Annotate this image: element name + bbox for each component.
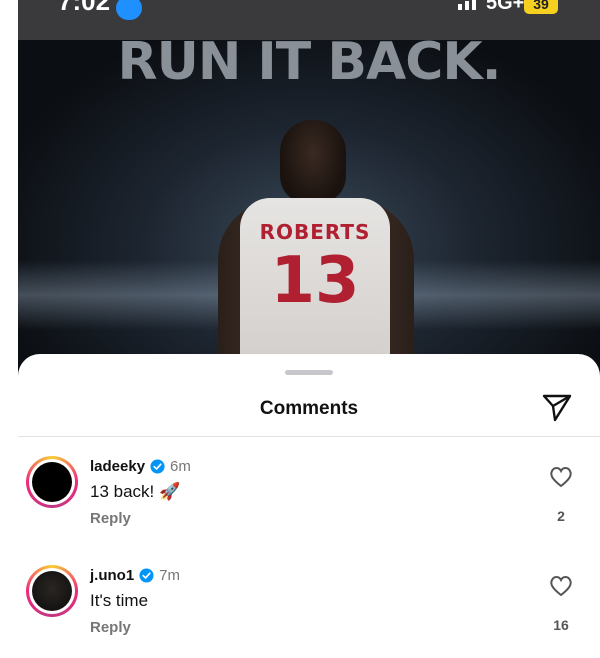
comment-header: j.uno1 7m xyxy=(90,565,180,585)
header-divider xyxy=(18,436,600,437)
comment-item: j.uno1 7m It's time Reply 16 xyxy=(18,565,600,650)
avatar[interactable] xyxy=(26,456,78,508)
comment-time: 6m xyxy=(170,457,191,475)
comment-username[interactable]: ladeeky xyxy=(90,458,145,475)
like-button[interactable] xyxy=(548,573,574,599)
comment-text: 13 back! 🚀 xyxy=(90,482,181,501)
sheet-drag-handle[interactable] xyxy=(285,370,333,375)
post-image[interactable]: RUN IT BACK. ROBERTS 13 xyxy=(18,40,600,380)
comment-item: ladeeky 6m 13 back! 🚀 Reply 2 xyxy=(18,456,600,556)
comment-text: It's time xyxy=(90,591,149,610)
reply-button[interactable]: Reply xyxy=(90,510,131,527)
paper-plane-icon xyxy=(542,394,572,422)
like-count: 16 xyxy=(553,617,569,633)
share-button[interactable] xyxy=(540,390,574,424)
heart-icon xyxy=(550,467,572,488)
signal-icon xyxy=(458,0,476,10)
comment-time: 7m xyxy=(159,566,181,584)
avatar[interactable] xyxy=(26,565,78,617)
heart-icon xyxy=(550,576,572,597)
status-bar: 7:02 5G+ 39 xyxy=(18,0,600,40)
app-frame: 7:02 5G+ 39 RUN IT BACK. ROBERTS 13 Comm… xyxy=(18,0,600,650)
like-button[interactable] xyxy=(548,464,574,490)
player-head xyxy=(280,120,346,204)
jersey-name: ROBERTS xyxy=(259,220,371,244)
comment-username[interactable]: j.uno1 xyxy=(90,567,134,584)
comments-sheet: Comments ladeeky 6m 13 back! 🚀 Reply 2 j… xyxy=(18,354,600,650)
verified-badge-icon xyxy=(139,567,154,583)
verified-badge-icon xyxy=(150,458,165,474)
comments-title: Comments xyxy=(259,398,359,419)
like-count: 2 xyxy=(557,508,565,524)
comment-header: ladeeky 6m xyxy=(90,456,191,476)
jersey-number: 13 xyxy=(270,244,360,318)
post-headline: RUN IT BACK. xyxy=(117,40,502,92)
network-label: 5G+ xyxy=(486,0,525,14)
reply-button[interactable]: Reply xyxy=(90,619,131,636)
battery-icon: 39 xyxy=(524,0,558,14)
status-time: 7:02 xyxy=(58,0,111,16)
location-icon xyxy=(116,0,142,20)
